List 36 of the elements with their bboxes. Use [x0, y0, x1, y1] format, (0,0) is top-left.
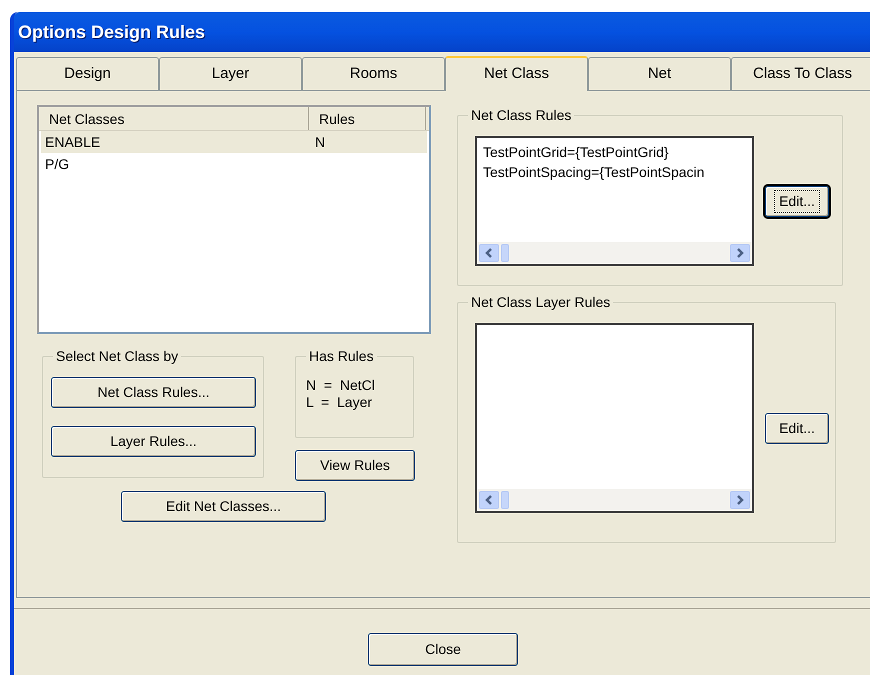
scroll-thumb[interactable]	[501, 244, 509, 262]
select-button[interactable]: Layer Rules...	[51, 426, 256, 457]
scroll-left-button[interactable]	[479, 491, 499, 509]
scroll-right-button[interactable]	[730, 491, 750, 509]
tab[interactable]: Layer	[159, 57, 302, 90]
edit-net-classes-button[interactable]: Edit Net Classes...	[121, 491, 326, 522]
horizontal-scrollbar[interactable]	[477, 242, 752, 264]
tab[interactable]: Net	[588, 57, 731, 90]
scroll-right-button[interactable]	[730, 244, 750, 262]
edit-button[interactable]: Edit...	[765, 186, 829, 217]
view-rules-button[interactable]: View Rules	[295, 450, 415, 481]
table-cell-text: N	[314, 132, 326, 152]
rule-line: TestPointSpacing={TestPointSpacin	[483, 163, 706, 182]
net-class-list[interactable]: Net Classes Rules ENABLE N P/G	[37, 105, 431, 334]
tab[interactable]: Net Class	[445, 56, 588, 91]
column-header[interactable]: Rules	[309, 107, 426, 130]
table-cell-text: ENABLE	[44, 132, 102, 152]
list-row[interactable]: P/G	[41, 153, 427, 175]
window-title: Options Design Rules	[18, 20, 206, 44]
legend-text: N = NetCl	[306, 377, 376, 394]
rules-listbox[interactable]	[475, 323, 754, 513]
rule-line: TestPointGrid={TestPointGrid}	[483, 143, 670, 162]
close-button[interactable]: Close	[368, 633, 518, 666]
select-button[interactable]: Net Class Rules...	[51, 377, 256, 408]
tab[interactable]: Design	[16, 57, 159, 90]
horizontal-scrollbar[interactable]	[477, 489, 752, 511]
scroll-thumb[interactable]	[501, 491, 509, 509]
legend-text: L = Layer	[306, 394, 374, 411]
table-cell-text: P/G	[44, 154, 70, 174]
rules-listbox[interactable]: TestPointGrid={TestPointGrid} TestPointSpacing={TestPointSpacin	[475, 136, 754, 266]
tab[interactable]: Class To Class	[731, 57, 870, 90]
list-row[interactable]: ENABLE N	[41, 131, 427, 153]
column-header[interactable]: Net Classes	[39, 107, 309, 130]
edit-button[interactable]: Edit...	[765, 413, 829, 444]
scroll-left-button[interactable]	[479, 244, 499, 262]
tab[interactable]: Rooms	[302, 57, 445, 90]
